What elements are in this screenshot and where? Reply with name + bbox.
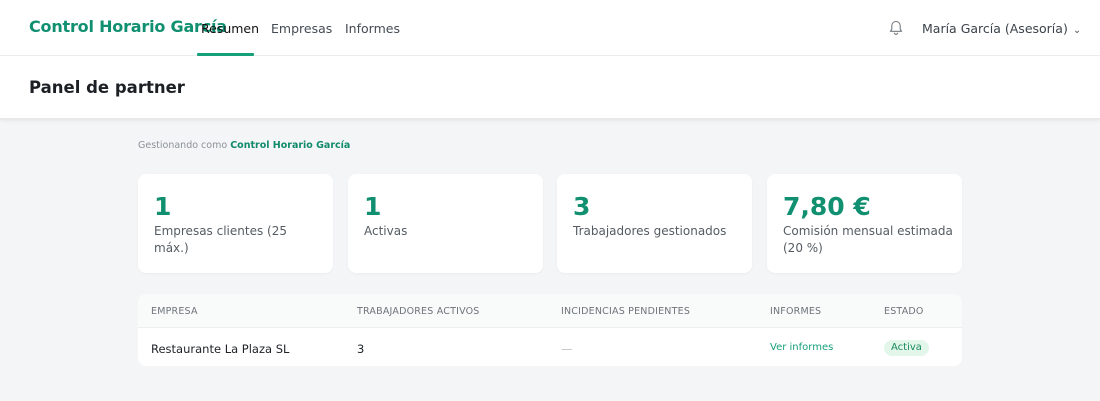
stat-card-trabajadores: 3 Trabajadores gestionados bbox=[557, 174, 752, 273]
stat-value: 1 bbox=[364, 192, 382, 221]
brand-logo-text[interactable]: Control Horario García bbox=[29, 17, 227, 36]
bell-icon[interactable] bbox=[887, 19, 905, 37]
tab-informes[interactable]: Informes bbox=[345, 21, 400, 36]
stat-value: 7,80 € bbox=[783, 192, 871, 221]
column-header-informes: INFORMES bbox=[770, 306, 822, 317]
top-navigation-bar: Control Horario García Resumen Empresas … bbox=[0, 0, 1100, 56]
managing-prefix: Gestionando como bbox=[138, 140, 228, 151]
column-header-incidencias: INCIDENCIAS PENDIENTES bbox=[561, 306, 691, 317]
user-menu[interactable]: María García (Asesoría) ⌄ bbox=[922, 21, 1081, 36]
page-header: Panel de partner bbox=[0, 56, 1100, 119]
stat-label: Activas bbox=[364, 224, 408, 238]
stat-value: 1 bbox=[154, 192, 172, 221]
managing-as-text: Gestionando como Control Horario García bbox=[138, 140, 350, 151]
cell-incidencias: — bbox=[561, 342, 573, 356]
stat-card-comision: 7,80 € Comisión mensual estimada (20 %) bbox=[767, 174, 962, 273]
stat-value: 3 bbox=[573, 192, 591, 221]
stat-label: Empresas clientes (25 máx.) bbox=[154, 224, 287, 255]
stat-label: Comisión mensual estimada (20 %) bbox=[783, 224, 953, 255]
clients-table: EMPRESA TRABAJADORES ACTIVOS INCIDENCIAS… bbox=[138, 294, 962, 366]
ver-informes-link[interactable]: Ver informes bbox=[770, 342, 833, 353]
tab-resumen[interactable]: Resumen bbox=[201, 21, 259, 36]
user-name: María García (Asesoría) bbox=[922, 21, 1068, 36]
table-header: EMPRESA TRABAJADORES ACTIVOS INCIDENCIAS… bbox=[138, 294, 962, 328]
status-badge: Activa bbox=[884, 340, 929, 356]
cell-trabajadores: 3 bbox=[357, 342, 365, 356]
tab-empresas[interactable]: Empresas bbox=[271, 21, 332, 36]
stat-label: Trabajadores gestionados bbox=[573, 224, 727, 238]
cell-empresa: Restaurante La Plaza SL bbox=[151, 342, 290, 356]
managing-company: Control Horario García bbox=[230, 140, 351, 151]
page-title: Panel de partner bbox=[29, 78, 185, 97]
column-header-trabajadores: TRABAJADORES ACTIVOS bbox=[357, 306, 480, 317]
stat-card-activas: 1 Activas bbox=[348, 174, 543, 273]
stat-card-empresas: 1 Empresas clientes (25 máx.) bbox=[138, 174, 333, 273]
column-header-empresa: EMPRESA bbox=[151, 306, 198, 317]
chevron-down-icon: ⌄ bbox=[1072, 25, 1082, 36]
column-header-estado: ESTADO bbox=[884, 306, 924, 317]
